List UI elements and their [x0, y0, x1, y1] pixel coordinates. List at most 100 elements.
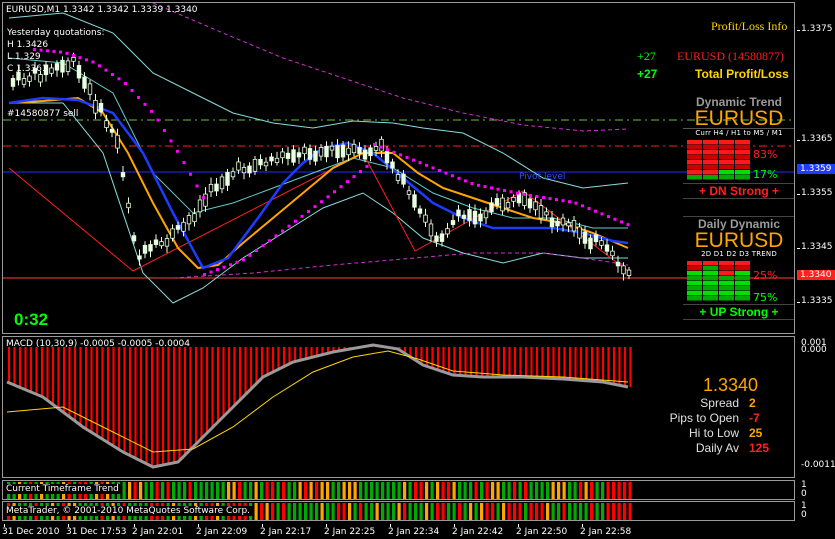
sar-dot — [209, 270, 213, 274]
trend-bar — [513, 482, 517, 499]
macd-axis[interactable]: 0.001 0.000 -0.0011 — [797, 336, 835, 478]
meter-cell — [735, 155, 750, 160]
sar-dot — [431, 166, 435, 170]
sar-dot — [156, 118, 160, 122]
macd-pane[interactable]: MACD (10,30,9) -0.0005 -0.0005 -0.0004 1… — [2, 336, 795, 478]
candle-body — [467, 209, 472, 221]
meter-cell — [719, 261, 734, 266]
order-profit-label: EURUSD (14580877) — [677, 49, 784, 63]
meter-cell — [735, 261, 750, 266]
sar-dot — [470, 182, 474, 185]
sar-dot — [274, 234, 278, 238]
trend-bar — [298, 482, 302, 499]
candle-body — [401, 173, 406, 185]
trend-bar — [172, 482, 176, 499]
trend-bar — [221, 482, 225, 499]
sar-dot — [346, 180, 349, 184]
symbol-ohlc-label: EURUSD,M1 1.3342 1.3342 1.3339 1.3340 — [6, 5, 198, 15]
secondary-trend-pane[interactable]: MetaTrader, © 2001-2010 MetaQuotes Softw… — [2, 501, 795, 521]
yesterday-high: H 1.3426 — [7, 40, 49, 50]
trend-bar — [342, 503, 346, 520]
candle-body — [604, 244, 610, 252]
candle-body — [593, 234, 599, 243]
candle-body — [181, 221, 186, 232]
spread-label: Spread — [700, 396, 739, 410]
trend-bar — [397, 503, 401, 520]
moving-average-blue — [8, 96, 629, 270]
candle-body — [214, 183, 219, 192]
trend-bar — [584, 503, 588, 520]
candle-body — [159, 241, 164, 247]
meter-cell — [703, 286, 718, 291]
trend-bar — [463, 482, 467, 499]
macd-histogram — [7, 345, 632, 467]
daily-dynamic-box: Daily Dynamic EURUSD 2D D1 D2 D3 TREND 2… — [683, 216, 794, 320]
candle-body — [302, 146, 307, 155]
sar-dot — [176, 149, 179, 153]
price-axis[interactable]: 1.3375 1.3365 1.3355 1.3345 1.3335 1.335… — [797, 2, 835, 334]
candle-body — [236, 161, 241, 171]
sar-dot — [392, 150, 396, 154]
trend-bar — [260, 482, 264, 499]
copyright-label: MetaTrader, © 2001-2010 MetaQuotes Softw… — [6, 506, 254, 516]
meter-cell — [703, 266, 718, 271]
trend-bar — [188, 482, 192, 499]
trend-bar — [271, 482, 275, 499]
trend-bar — [458, 503, 462, 520]
trend-bar — [205, 482, 209, 499]
yesterday-low: L 1.329 — [7, 52, 41, 62]
macd-label: MACD (10,30,9) -0.0005 -0.0005 -0.0004 — [6, 339, 191, 349]
sar-dot — [189, 172, 192, 176]
meter-cell — [735, 291, 750, 296]
trend-bar — [590, 503, 594, 520]
dynamic-trend-columns: Curr H4 / H1 to M5 / M1 — [683, 128, 794, 137]
trend-bar — [381, 482, 385, 499]
trend-bar — [474, 482, 478, 499]
sar-dot — [111, 73, 114, 76]
trend-bar — [463, 503, 467, 520]
trend-pane-label: Current Timeframe Trend — [6, 484, 122, 494]
candle-body — [258, 158, 263, 166]
trend-bar — [430, 482, 434, 499]
trend-bar — [579, 482, 583, 499]
sar-dot — [464, 179, 467, 183]
meter-cell — [703, 271, 718, 276]
trend-bar — [166, 482, 170, 499]
trend-bar — [485, 503, 489, 520]
trend-bar — [496, 482, 500, 499]
meter-cell — [703, 276, 718, 281]
candle-body — [357, 146, 362, 154]
daily-dynamic-meter — [687, 261, 750, 301]
trend-bar — [518, 482, 522, 499]
price-chart-pane[interactable]: EURUSD,M1 1.3342 1.3342 1.3339 1.3340 Ye… — [2, 2, 795, 334]
sar-dot — [85, 58, 88, 62]
candle-body — [417, 208, 423, 214]
sar-dot — [117, 77, 121, 81]
trend-bar — [535, 503, 539, 520]
time-axis[interactable]: 31 Dec 2010 31 Dec 17:53 2 Jan 22:01 2 Jan … — [0, 524, 797, 539]
trend-bar — [579, 503, 583, 520]
meter-cell — [687, 150, 702, 155]
meter-cell — [703, 145, 718, 150]
meter-cell — [719, 145, 734, 150]
candle-body — [511, 196, 516, 202]
bollinger-band-line — [8, 12, 629, 189]
meter-cell — [687, 170, 702, 175]
trend-bar — [628, 482, 632, 499]
sar-dot — [339, 185, 343, 189]
trend-bar — [628, 503, 632, 520]
trend-bar — [243, 482, 247, 499]
meter-cell — [719, 291, 734, 296]
time-label: 2 Jan 22:50 — [516, 527, 568, 537]
trend-bar — [419, 482, 423, 499]
trend-bar — [177, 482, 181, 499]
meter-cell — [703, 140, 718, 145]
candle-body — [230, 171, 236, 178]
meter-cell — [719, 175, 734, 180]
current-timeframe-trend-pane[interactable]: Current Timeframe Trend — [2, 480, 795, 500]
trend-bar — [573, 503, 577, 520]
sar-dot — [535, 195, 539, 198]
meter-cell — [735, 165, 750, 170]
trend-bar — [513, 503, 517, 520]
sar-dot — [255, 249, 258, 252]
